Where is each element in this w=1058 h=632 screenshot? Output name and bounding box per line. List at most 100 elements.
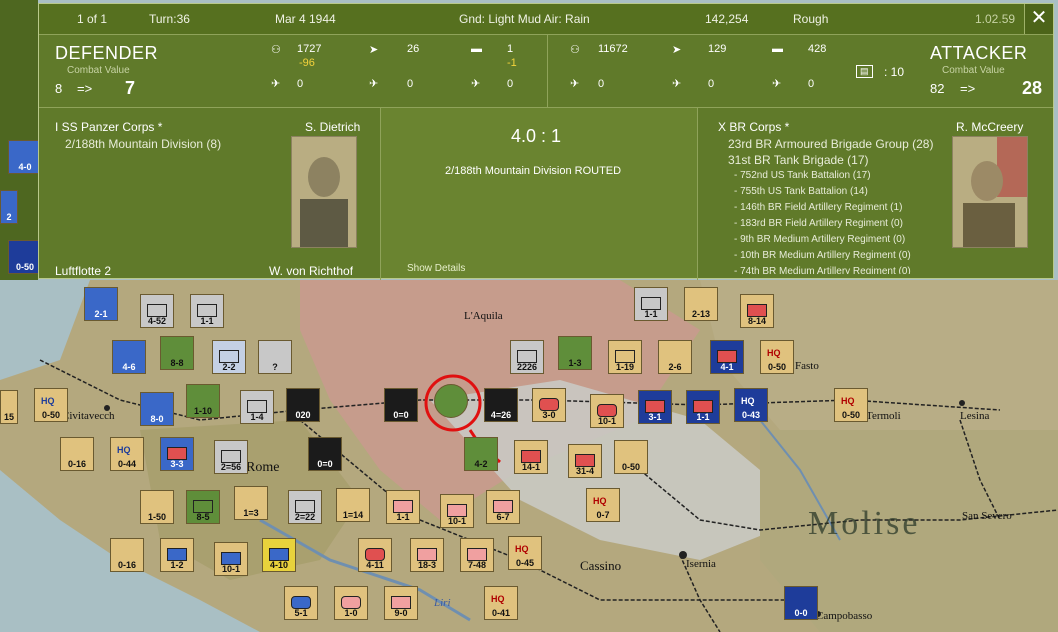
unit-counter[interactable]: 2=22	[288, 490, 322, 524]
defender-cv-to: 7	[125, 78, 136, 98]
commander-portrait	[291, 136, 357, 248]
unit-counter[interactable]: 7-48	[460, 538, 494, 572]
unit-counter[interactable]: 1=14	[336, 488, 370, 522]
unit-counter[interactable]: 8-14	[740, 294, 774, 328]
hq-counter[interactable]: HQ 0-41	[484, 586, 518, 620]
unit-counter[interactable]: 2-2	[212, 340, 246, 374]
unit-counter[interactable]: 4-10	[262, 538, 296, 572]
unit-counter[interactable]: 1-10	[186, 384, 220, 418]
unit-counter[interactable]: 15	[0, 390, 18, 424]
unit-counter[interactable]: 2-6	[658, 340, 692, 374]
attacker-subunit[interactable]: - 183rd BR Field Artillery Regiment (0)	[734, 218, 903, 229]
unit-counter[interactable]: 1-4	[240, 390, 274, 424]
unit-counter[interactable]: 4=26	[484, 388, 518, 422]
attacker-subunit[interactable]: - 752nd US Tank Battalion (17)	[734, 170, 871, 181]
unit-counter[interactable]: 0-16	[60, 437, 94, 471]
attacker-subunit[interactable]: - 755th US Tank Battalion (14)	[734, 186, 868, 197]
unit-counter[interactable]: 9-0	[384, 586, 418, 620]
hq-counter[interactable]: HQ 0-43	[734, 388, 768, 422]
unit-counter[interactable]: 3-0	[532, 388, 566, 422]
unit-counter[interactable]: 1-0	[334, 586, 368, 620]
unit-counter[interactable]: 4-0	[8, 140, 42, 174]
unit-counter[interactable]: 31-4	[568, 444, 602, 478]
unit-counter[interactable]: 10-1	[214, 542, 248, 576]
unit-counter[interactable]: 1-2	[160, 538, 194, 572]
unit-counter[interactable]: 10-1	[440, 494, 474, 528]
unit-counter[interactable]: 0-16	[110, 538, 144, 572]
attacker-subunit[interactable]: - 74th BR Medium Artillery Regiment (0)	[734, 266, 911, 274]
unit-counter[interactable]: 1-3	[558, 336, 592, 370]
attacker-afv: 428	[808, 43, 827, 55]
defender-summary: DEFENDER Combat Value 8 => 7 ⚇ 1727 -96 …	[39, 35, 548, 108]
version-label: 1.02.59	[975, 12, 1016, 26]
unit-counter[interactable]: 2-1	[84, 287, 118, 321]
selected-unit-counter[interactable]	[434, 384, 468, 418]
unit-counter[interactable]: 1-1	[190, 294, 224, 328]
map-label-isernia: Isernia	[686, 558, 716, 570]
unit-counter[interactable]: 0=0	[308, 437, 342, 471]
result-message: 2/188th Mountain Division ROUTED	[445, 165, 622, 177]
unit-counter[interactable]: 5-1	[284, 586, 318, 620]
unit-counter[interactable]: 4-52	[140, 294, 174, 328]
unit-counter[interactable]: 18-3	[410, 538, 444, 572]
hq-counter[interactable]: HQ 0-7	[586, 488, 620, 522]
attacker-unit[interactable]: 31st BR Tank Brigade (17)	[728, 153, 869, 167]
unit-counter[interactable]: 1-1	[634, 287, 668, 321]
unit-counter[interactable]: 8-8	[160, 336, 194, 370]
hq-counter[interactable]: HQ 0-50	[760, 340, 794, 374]
unit-counter[interactable]: 10-1	[590, 394, 624, 428]
unit-counter[interactable]: ?	[258, 340, 292, 374]
defender-corps[interactable]: I SS Panzer Corps *	[55, 120, 162, 134]
defender-unit[interactable]: 2/188th Mountain Division (8)	[65, 137, 221, 151]
hq-counter[interactable]: HQ 0-50	[34, 388, 68, 422]
hq-counter[interactable]: 0-50	[8, 240, 42, 274]
unit-counter[interactable]: 0-50	[614, 440, 648, 474]
unit-counter[interactable]: 1-1	[686, 390, 720, 424]
unit-counter[interactable]: 14-1	[514, 440, 548, 474]
defender-commander: S. Dietrich	[305, 120, 361, 134]
unit-counter[interactable]: 8-0	[140, 392, 174, 426]
unit-counter[interactable]: 4-2	[464, 437, 498, 471]
unit-counter[interactable]: 1-19	[608, 340, 642, 374]
hex-coords: 142,254	[705, 12, 749, 26]
defender-corps-2[interactable]: Luftflotte 2	[55, 264, 111, 276]
unit-counter[interactable]: 1-50	[140, 490, 174, 524]
attacker-subunit[interactable]: - 9th BR Medium Artillery Regiment (0)	[734, 234, 905, 245]
defender-air3: 0	[507, 78, 514, 90]
turn-label: Turn:36	[149, 12, 190, 26]
unit-counter[interactable]: 0-0	[784, 586, 818, 620]
attacker-subunit[interactable]: - 146th BR Field Artillery Regiment (1)	[734, 202, 902, 213]
map-label-civitavecchia: Civitavecch	[62, 410, 115, 422]
show-details-link[interactable]: Show Details	[407, 263, 465, 274]
attacker-air1: 0	[598, 78, 605, 90]
hq-counter[interactable]: HQ 0-45	[508, 536, 542, 570]
attacker-subunit[interactable]: - 10th BR Medium Artillery Regiment (0)	[734, 250, 911, 261]
unit-counter[interactable]: 2226	[510, 340, 544, 374]
defender-cv-from: 8	[55, 81, 63, 96]
unit-counter[interactable]: 1-1	[386, 490, 420, 524]
hq-counter[interactable]: HQ 0-44	[110, 437, 144, 471]
unit-counter[interactable]: 2=56	[214, 440, 248, 474]
unit-counter[interactable]: 4-1	[710, 340, 744, 374]
unit-counter[interactable]: 4-11	[358, 538, 392, 572]
unit-counter[interactable]: 0=0	[384, 388, 418, 422]
map-label-rome: Rome	[246, 460, 280, 475]
status-bar: 1 of 1 Turn:36 Mar 4 1944 Gnd: Light Mud…	[39, 4, 1053, 35]
unit-counter[interactable]: 2-13	[684, 287, 718, 321]
unit-counter[interactable]: 3-1	[638, 390, 672, 424]
attacker-guns: 129	[708, 43, 727, 55]
close-button[interactable]: ✕	[1024, 4, 1053, 34]
hq-counter[interactable]: HQ 0-50	[834, 388, 868, 422]
map-label-termoli: Termoli	[866, 410, 901, 422]
unit-counter[interactable]: 4-6	[112, 340, 146, 374]
unit-counter[interactable]: 2	[0, 190, 18, 224]
supply-icon: ▤	[856, 65, 873, 78]
unit-counter[interactable]: 8-5	[186, 490, 220, 524]
unit-counter[interactable]: 1=3	[234, 486, 268, 520]
unit-counter[interactable]: 3-3	[160, 437, 194, 471]
date-label: Mar 4 1944	[275, 12, 336, 26]
unit-counter[interactable]: 6-7	[486, 490, 520, 524]
attacker-unit[interactable]: 23rd BR Armoured Brigade Group (28)	[728, 137, 933, 151]
attacker-corps[interactable]: X BR Corps *	[718, 120, 789, 134]
unit-counter[interactable]: 020	[286, 388, 320, 422]
